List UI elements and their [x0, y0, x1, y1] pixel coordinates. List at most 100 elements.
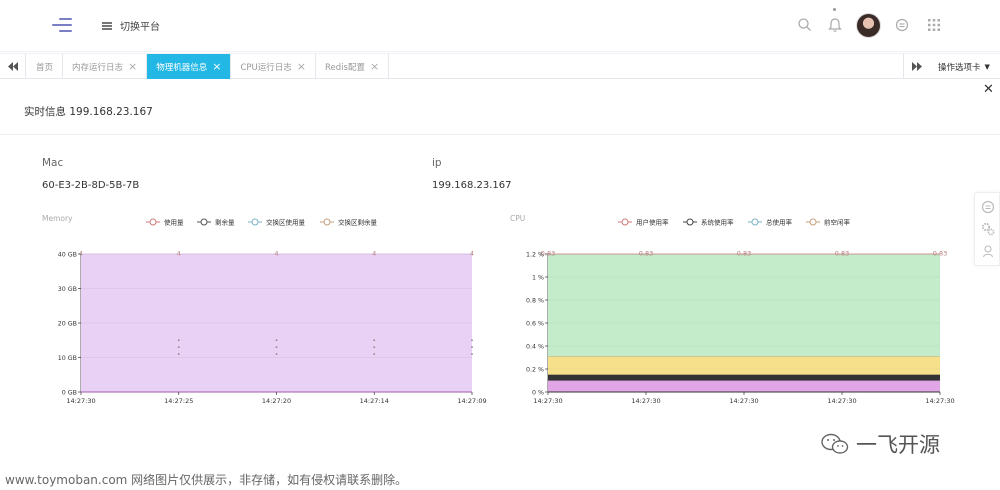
series-point: [373, 339, 376, 342]
tabs-list: 首页 内存运行日志 × 物理机器信息 × CPU运行日志 × Redis配置 ×: [27, 54, 390, 79]
tab-2[interactable]: 物理机器信息 ×: [147, 54, 232, 79]
legend-marker: [323, 218, 331, 226]
legend-label: 系统使用率: [701, 218, 734, 227]
legend-marker: [621, 218, 629, 226]
series-point: [275, 339, 278, 342]
mac-label: Mac: [42, 157, 64, 169]
double-chevron-left-icon: [8, 62, 18, 71]
series-point: [471, 353, 473, 355]
y-tick-label: 0.2 %: [526, 366, 544, 373]
series-point: [177, 339, 180, 342]
y-tick-label: 30 GB: [58, 286, 77, 293]
tab-close-icon[interactable]: ×: [212, 61, 221, 72]
y-tick-label: 0.4 %: [526, 343, 544, 350]
bell-icon[interactable]: [826, 16, 844, 34]
x-tick-label: 14:27:30: [631, 397, 660, 405]
legend-label: 总使用率: [766, 218, 793, 227]
tab-0[interactable]: 首页: [27, 54, 64, 79]
y-tick-label: 10 GB: [58, 355, 77, 362]
series-area-3: [548, 380, 940, 392]
tab-3[interactable]: CPU运行日志 ×: [231, 54, 316, 79]
search-icon[interactable]: [796, 16, 814, 34]
data-label: 0.83: [835, 250, 849, 258]
y-tick-label: 0 GB: [62, 389, 77, 396]
x-tick-label: 14:27:30: [533, 397, 562, 405]
mac-value: 60-E3-2B-8D-5B-7B: [42, 180, 140, 191]
series-point: [177, 353, 180, 355]
x-tick-label: 14:27:30: [729, 397, 758, 405]
notification-dot: [833, 8, 836, 11]
series-point: [373, 353, 376, 355]
x-tick-label: 14:27:14: [360, 397, 389, 405]
series-point: [471, 346, 473, 349]
y-tick-label: 1.2 %: [526, 251, 544, 258]
message-icon[interactable]: [893, 16, 911, 34]
data-label: 4: [79, 250, 83, 258]
tab-label: 首页: [36, 62, 54, 73]
floating-toolbar: [974, 192, 1000, 266]
apps-grid-icon[interactable]: [925, 16, 943, 34]
legend-marker: [686, 218, 694, 226]
tab-close-icon[interactable]: ×: [297, 61, 306, 72]
series-point: [275, 346, 278, 349]
chat-icon[interactable]: [981, 200, 995, 214]
tab-4[interactable]: Redis配置 ×: [316, 54, 390, 79]
data-label: 4: [274, 250, 278, 258]
legend-marker: [200, 218, 208, 226]
legend-label: 用户使用率: [636, 218, 669, 227]
x-tick-label: 14:27:30: [827, 397, 856, 405]
y-tick-label: 1 %: [532, 274, 544, 281]
tabs-scroll-left-button[interactable]: [0, 54, 26, 79]
user-icon[interactable]: [981, 244, 995, 258]
watermark-right: 一飞开源: [820, 429, 940, 459]
data-label: 4: [177, 250, 181, 258]
memory-chart: Memory 使用量 剩余量 交换区使用量 交换区剩余量4 4 4 4 40 GB10 GB20…: [42, 214, 487, 405]
divider: [0, 134, 1000, 135]
brand-label: 一飞开源: [856, 433, 940, 457]
y-tick-label: 20 GB: [58, 320, 77, 327]
data-label: 0.83: [639, 250, 653, 258]
data-label: 0.83: [933, 250, 947, 258]
y-tick-label: 0 %: [532, 389, 544, 396]
tab-bar: 首页 内存运行日志 × 物理机器信息 × CPU运行日志 × Redis配置 × 操作选项卡 ▼: [0, 53, 1000, 79]
app-page: 切换平台 首页内存运行日志 × 物理机器信息 × CPU运行日志 × Redis…: [0, 0, 1000, 490]
tab-close-icon[interactable]: ×: [370, 61, 379, 72]
user-avatar[interactable]: [856, 13, 881, 38]
tab-label: 内存运行日志: [72, 62, 124, 73]
double-chevron-right-icon: [912, 62, 922, 71]
tabs-scroll-right-button[interactable]: [903, 54, 929, 79]
cpu-chart: CPU 用户使用率 系统使用率 总使用率 前空闲率 0.83 0.83 0.83 0.83 0.8…: [510, 214, 955, 405]
x-tick-label: 14:27:25: [164, 397, 193, 405]
tab-label: 物理机器信息: [156, 62, 208, 73]
chart-title: Memory: [42, 214, 73, 223]
x-tick-label: 14:27:30: [925, 397, 954, 405]
settings-gears-icon[interactable]: [981, 222, 995, 236]
switch-platform-button[interactable]: 切换平台: [102, 18, 160, 33]
legend-marker: [751, 218, 759, 226]
data-label: 4: [372, 250, 376, 258]
tab-options-label: 操作选项卡: [938, 62, 981, 73]
watermark-left: www.toymoban.com 网络图片仅供展示，非存储，如有侵权请联系删除。: [5, 473, 408, 487]
top-header: 切换平台: [0, 0, 1000, 52]
chart-title: CPU: [510, 214, 525, 223]
legend-label: 交换区剩余量: [338, 218, 378, 227]
y-tick-label: 0.8 %: [526, 297, 544, 304]
series-point: [373, 346, 376, 349]
x-tick-label: 14:27:09: [457, 397, 486, 405]
close-icon[interactable]: ✕: [983, 82, 994, 97]
tab-label: Redis配置: [325, 62, 365, 73]
wechat-icon: [821, 433, 849, 454]
series-point: [177, 346, 180, 349]
legend-label: 前空闲率: [824, 218, 851, 227]
tab-1[interactable]: 内存运行日志 ×: [63, 54, 148, 79]
legend-marker: [251, 218, 259, 226]
legend-marker: [149, 218, 157, 226]
ip-value: 199.168.23.167: [432, 180, 512, 191]
x-tick-label: 14:27:30: [66, 397, 95, 405]
legend-label: 使用量: [164, 218, 184, 227]
tab-options-dropdown[interactable]: 操作选项卡 ▼: [930, 54, 1000, 79]
series-point: [471, 339, 473, 342]
tab-close-icon[interactable]: ×: [128, 61, 137, 72]
ip-label: ip: [432, 157, 442, 169]
menu-toggle-icon[interactable]: [52, 17, 72, 33]
